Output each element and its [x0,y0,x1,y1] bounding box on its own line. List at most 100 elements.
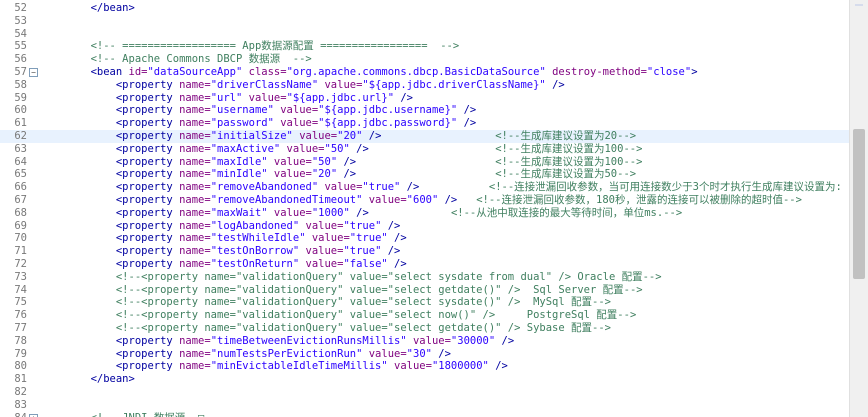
token: name= [179,91,211,104]
code-line[interactable]: 73 <!--<property name="validationQuery" … [0,271,850,284]
token: <property [115,219,180,232]
line-number: 83 [14,398,27,411]
code-line[interactable]: 53 [0,15,850,28]
code-line[interactable]: 52 </bean> [0,2,850,15]
token: <!-- ================== App数据源配置 =======… [90,40,460,53]
token: <property [115,130,180,142]
code-line[interactable]: 57− <bean id="dataSourceApp" class="org.… [0,66,850,79]
token: value= [299,258,344,270]
code-line[interactable]: 79 <property name="numTestsPerEvictionRu… [0,348,850,361]
token: "${app.jdbc.driverClassName}" [362,78,546,91]
token: destroy-method= [545,66,647,78]
token: /> [495,334,515,347]
code-line[interactable]: 56 <!-- Apache Commons DBCP 数据源 --> [0,53,850,66]
token: <!--<property name="validationQuery" val… [115,283,643,296]
code-editor[interactable]: 52 </bean> 53 54 55 <!-- ==================… [0,0,850,417]
line-number: 70 [14,232,27,245]
token: "org.apache.commons.dbcp.BasicDataSource… [286,66,546,78]
code-text: <!--<property name="validationQuery" val… [40,284,643,297]
token: <property [115,334,180,347]
code-line[interactable]: 78 <property name="timeBetweenEvictionRu… [0,335,850,348]
token: /> [488,360,508,373]
code-line[interactable]: 77 <!--<property name="validationQuery" … [0,322,850,335]
code-line[interactable]: 66 <property name="removeAbandoned" valu… [0,181,850,194]
vertical-scrollbar[interactable] [849,0,868,417]
code-line[interactable]: 60 <property name="username" value="${ap… [0,104,850,117]
code-line[interactable]: 55 <!-- ================== App数据源配置 ====… [0,40,850,53]
token: name= [179,78,211,91]
token: name= [179,117,211,130]
code-line[interactable]: 82 [0,386,850,399]
line-number: 66 [14,181,27,194]
code-text: <property name="maxIdle" value="50" /> <… [40,155,643,169]
code-line[interactable]: 65 <property name="minIdle" value="20" /… [0,168,850,181]
code-line[interactable]: 84+ <!-- JNDI 数据源 □ [0,412,850,417]
code-line[interactable]: 54 [0,28,850,41]
token: value= [305,232,350,245]
code-line[interactable]: 71 <property name="testOnBorrow" value="… [0,245,850,258]
line-number: 61 [14,117,27,130]
token: <property [115,258,180,270]
scrollbar-thumb[interactable] [853,129,865,279]
token: "numTestsPerEvictionRun" [210,347,363,360]
line-number: 69 [14,219,27,232]
token: /> [545,78,565,91]
code-line[interactable]: 80 <property name="minEvictableIdleTimeM… [0,360,850,373]
code-line[interactable]: 64 <property name="maxIdle" value="50" /… [0,156,850,169]
token: <!-- Apache Commons DBCP 数据源 --> [90,53,312,66]
token: <!--<property name="validationQuery" val… [115,296,611,309]
line-number: 72 [14,258,27,270]
code-line[interactable]: 69 <property name="logAbandoned" value="… [0,220,850,233]
code-line[interactable]: 75 <!--<property name="validationQuery" … [0,296,850,309]
token: <property [115,142,180,155]
token: <property [115,117,180,130]
line-number: 56 [14,53,27,66]
token: "${app.jdbc.password}" [318,117,458,130]
fold-expand-icon[interactable]: + [29,413,38,417]
code-line[interactable]: 68 <property name="maxWait" value="1000"… [0,207,850,220]
token: "driverClassName" [210,78,319,91]
code-text: </bean> [40,373,135,386]
token: "20" [337,130,363,142]
code-line[interactable]: 63 <property name="maxActive" value="50"… [0,143,850,156]
line-number: 60 [14,104,27,117]
code-line[interactable]: 74 <!--<property name="validationQuery" … [0,284,850,297]
line-number: 81 [14,373,27,386]
code-line[interactable]: 61 <property name="password" value="${ap… [0,117,850,130]
code-text: </bean> [40,2,135,15]
fold-collapse-icon[interactable]: − [29,68,38,77]
code-line[interactable]: 83 [0,399,850,412]
token: "close" [646,66,692,78]
token: /> [394,91,413,104]
token: <!--生成库建议设置为100--> [495,155,643,168]
line-number: 80 [14,360,27,373]
code-text: <property name="testWhileIdle" value="tr… [40,232,407,245]
token: "removeAbandonedTimeout" [210,194,363,206]
code-line[interactable]: 76 <!--<property name="validationQuery" … [0,309,850,322]
token: value= [299,219,344,232]
code-text: <property name="maxActive" value="50" />… [40,142,643,156]
code-line[interactable]: 72 <property name="testOnReturn" value="… [0,258,850,271]
code-line[interactable]: 81 </bean> [0,373,850,386]
code-text: <property name="removeAbandoned" value="… [40,181,842,194]
token: <property [115,78,180,91]
code-line[interactable]: 62 <property name="initialSize" value="2… [0,130,850,143]
code-line[interactable]: 58 <property name="driverClassName" valu… [0,79,850,92]
line-number: 58 [14,78,27,91]
code-line[interactable]: 70 <property name="testWhileIdle" value=… [0,232,850,245]
code-line[interactable]: 67 <property name="removeAbandonedTimeou… [0,194,850,207]
code-line[interactable]: 59 <property name="url" value="${app.jdb… [0,92,850,105]
code-text: <property name="testOnBorrow" value="tru… [40,245,401,258]
token: "maxActive" [210,142,281,155]
